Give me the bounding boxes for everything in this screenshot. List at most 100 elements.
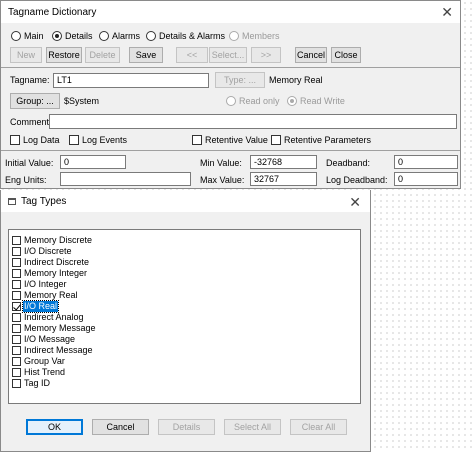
list-item[interactable]: Hist Trend	[12, 367, 66, 378]
deadband-input[interactable]: 0	[394, 155, 458, 169]
group-value: $System	[64, 96, 100, 106]
list-item-label: Memory Integer	[24, 268, 88, 278]
list-item[interactable]: Tag ID	[12, 378, 51, 389]
list-item[interactable]: Group Var	[12, 356, 66, 367]
retentive-parameters-checkbox[interactable]	[271, 135, 281, 145]
checkbox[interactable]	[12, 324, 21, 333]
list-item-selected[interactable]: I/O Real	[12, 300, 60, 313]
list-item[interactable]: Memory Real	[12, 290, 79, 301]
radio-circle	[287, 96, 297, 106]
close-icon[interactable]: ✕	[441, 4, 453, 21]
dialog-title: Tagname Dictionary	[8, 7, 97, 18]
title-bar: Tag Types ✕	[1, 190, 370, 212]
read-write-label: Read Write	[300, 96, 345, 106]
checkbox[interactable]	[12, 346, 21, 355]
dialog-title: Tag Types	[21, 196, 67, 207]
select-all-button[interactable]: Select All	[224, 419, 281, 435]
checkbox[interactable]	[12, 247, 21, 256]
cancel-button[interactable]: Cancel	[92, 419, 149, 435]
log-events-checkbox[interactable]	[69, 135, 79, 145]
ok-button[interactable]: OK	[26, 419, 83, 435]
list-item[interactable]: Indirect Analog	[12, 312, 85, 323]
radio-main[interactable]: Main	[11, 30, 44, 42]
type-value: Memory Real	[269, 75, 323, 85]
initial-value-label: Initial Value:	[5, 158, 54, 168]
checkbox[interactable]	[12, 368, 21, 377]
new-button[interactable]: New	[10, 47, 42, 63]
checkbox[interactable]	[12, 291, 21, 300]
checkbox[interactable]	[12, 335, 21, 344]
checkbox[interactable]	[12, 379, 21, 388]
save-button[interactable]: Save	[129, 47, 163, 63]
comment-input[interactable]	[49, 114, 457, 129]
close-button[interactable]: Close	[331, 47, 361, 63]
radio-circle	[99, 31, 109, 41]
radio-details-label: Details	[65, 31, 93, 41]
radio-alarms[interactable]: Alarms	[99, 30, 140, 42]
list-item-label: Indirect Discrete	[24, 257, 90, 267]
read-only-radio: Read only	[226, 95, 280, 107]
checkbox[interactable]	[12, 313, 21, 322]
checkbox[interactable]	[12, 236, 21, 245]
max-value-input[interactable]: 32767	[250, 172, 317, 186]
checkbox[interactable]	[12, 357, 21, 366]
list-item-label: Memory Discrete	[24, 235, 93, 245]
log-deadband-label: Log Deadband:	[326, 175, 388, 185]
radio-members-label: Members	[242, 31, 280, 41]
min-value-input[interactable]: -32768	[250, 155, 317, 169]
close-icon[interactable]: ✕	[349, 194, 361, 211]
radio-circle	[146, 31, 156, 41]
type-button[interactable]: Type: ...	[215, 72, 265, 88]
list-item-label: Group Var	[24, 356, 65, 366]
radio-circle	[52, 31, 62, 41]
checkbox[interactable]	[12, 269, 21, 278]
radio-members: Members	[229, 30, 280, 42]
checkbox[interactable]	[12, 280, 21, 289]
restore-button[interactable]: Restore	[46, 47, 82, 63]
initial-value-input[interactable]: 0	[60, 155, 126, 169]
checkbox-checked[interactable]	[12, 302, 21, 311]
details-button[interactable]: Details	[158, 419, 215, 435]
list-item[interactable]: Indirect Discrete	[12, 257, 90, 268]
next-button[interactable]: >>	[251, 47, 281, 63]
list-item[interactable]: Indirect Message	[12, 345, 94, 356]
radio-details-alarms[interactable]: Details & Alarms	[146, 30, 225, 42]
read-only-label: Read only	[239, 96, 280, 106]
log-deadband-input[interactable]: 0	[394, 172, 458, 186]
delete-button[interactable]: Delete	[85, 47, 120, 63]
previous-button[interactable]: <<	[176, 47, 208, 63]
separator	[1, 150, 460, 151]
radio-details[interactable]: Details	[52, 30, 93, 42]
retentive-value-checkbox[interactable]	[192, 135, 202, 145]
tagname-label: Tagname:	[10, 75, 50, 85]
max-value-label: Max Value:	[200, 175, 245, 185]
eng-units-input[interactable]	[60, 172, 191, 186]
list-item[interactable]: I/O Message	[12, 334, 76, 345]
list-item-label: Hist Trend	[24, 367, 66, 377]
list-item[interactable]: Memory Discrete	[12, 235, 93, 246]
group-button[interactable]: Group: ...	[10, 93, 60, 109]
list-item[interactable]: Memory Integer	[12, 268, 88, 279]
list-item[interactable]: I/O Discrete	[12, 246, 73, 257]
radio-details-alarms-label: Details & Alarms	[159, 31, 226, 41]
tag-types-list[interactable]: Memory Discrete I/O Discrete Indirect Di…	[8, 229, 361, 404]
clear-all-button[interactable]: Clear All	[290, 419, 347, 435]
checkbox[interactable]	[12, 258, 21, 267]
list-item-label: Indirect Message	[24, 345, 93, 355]
list-item-label: I/O Discrete	[24, 246, 72, 256]
cancel-button[interactable]: Cancel	[295, 47, 327, 63]
radio-circle	[11, 31, 21, 41]
retentive-parameters-label: Retentive Parameters	[284, 135, 372, 145]
tagname-input[interactable]: LT1	[53, 73, 209, 88]
list-item[interactable]: I/O Integer	[12, 279, 68, 290]
eng-units-label: Eng Units:	[5, 175, 47, 185]
log-events-label: Log Events	[82, 135, 128, 145]
radio-main-label: Main	[24, 31, 44, 41]
radio-circle	[226, 96, 236, 106]
log-data-checkbox[interactable]	[10, 135, 20, 145]
radio-circle	[229, 31, 239, 41]
select-button[interactable]: Select...	[209, 47, 247, 63]
retentive-value-label: Retentive Value	[205, 135, 268, 145]
list-item[interactable]: Memory Message	[12, 323, 97, 334]
window-icon	[8, 198, 16, 205]
